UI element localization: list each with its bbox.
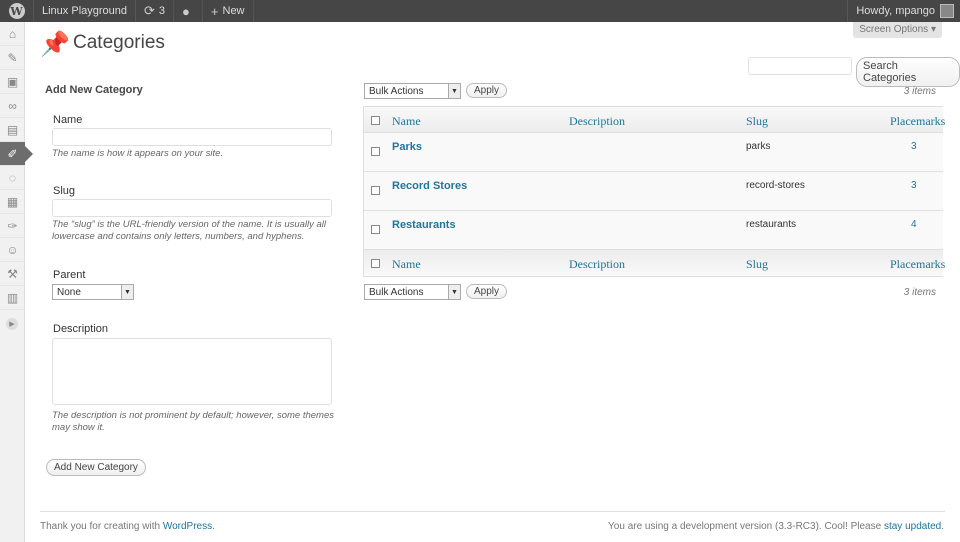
wordpress-link[interactable]: WordPress	[163, 521, 212, 532]
chevron-down-icon: ▼	[448, 84, 460, 98]
row-name-link[interactable]: Record Stores	[392, 180, 467, 192]
plus-icon: +	[210, 3, 219, 19]
select-all-checkbox[interactable]	[371, 259, 380, 268]
footer-right-end: .	[941, 521, 944, 532]
table-footer: Name Description Slug Placemarks	[364, 250, 945, 276]
footer-left-text: Thank you for creating with	[40, 521, 163, 532]
column-name[interactable]: Name	[392, 257, 421, 272]
column-placemarks[interactable]: Placemarks	[890, 114, 945, 129]
table-header: Name Description Slug Placemarks	[364, 107, 945, 133]
table-row: Parks parks 3	[364, 133, 943, 172]
row-name-link[interactable]: Parks	[392, 141, 422, 153]
chevron-down-icon: ▼	[121, 285, 133, 299]
bulk-actions-select-top[interactable]: Bulk Actions ▼	[364, 83, 461, 99]
parent-select-value: None	[57, 286, 81, 298]
links-icon[interactable]: ∞	[0, 94, 25, 118]
slug-field[interactable]	[52, 199, 332, 217]
description-textarea[interactable]	[52, 338, 332, 405]
parent-select[interactable]: None ▼	[52, 284, 134, 300]
row-slug: parks	[746, 141, 771, 152]
apply-button-top[interactable]: Apply	[466, 83, 508, 98]
site-name-link[interactable]: Linux Playground	[34, 0, 137, 22]
apply-button-bottom[interactable]: Apply	[466, 284, 508, 299]
row-count-link[interactable]: 3	[911, 180, 917, 191]
name-help: The name is how it appears on your site.	[52, 148, 224, 159]
slug-help: The “slug” is the URL-friendly version o…	[52, 219, 327, 242]
updates-link[interactable]: ⟳ 3	[136, 0, 175, 22]
description-label: Description	[53, 323, 109, 335]
admin-bar: W Linux Playground ⟳ 3 ● + New Howdy, mpan…	[0, 0, 960, 22]
row-count-link[interactable]: 4	[911, 219, 917, 230]
wordpress-logo-icon: W	[8, 3, 25, 19]
bulk-actions-label: Bulk Actions	[369, 85, 424, 97]
avatar	[940, 4, 954, 18]
footer-right-text: You are using a development version (3.3…	[608, 521, 884, 532]
column-slug[interactable]: Slug	[746, 257, 768, 272]
slug-label: Slug	[53, 185, 76, 197]
row-checkbox[interactable]	[371, 186, 380, 195]
column-placemarks[interactable]: Placemarks	[890, 257, 945, 272]
parent-label: Parent	[53, 269, 86, 281]
collapse-menu-icon[interactable]: ▶	[6, 318, 18, 330]
form-heading: Add New Category	[45, 84, 143, 96]
table-row: Restaurants restaurants 4	[364, 211, 943, 250]
admin-sidebar: ⌂ ✎ ▣ ∞ ▤ ✐ ◌ ▦ ✑ ☺ ⚒ ▥ ▶	[0, 22, 33, 542]
my-account-menu[interactable]: Howdy, mpango	[847, 0, 960, 22]
refresh-icon: ⟳	[144, 3, 155, 18]
row-checkbox[interactable]	[371, 225, 380, 234]
search-input[interactable]	[748, 57, 852, 75]
plugins-icon[interactable]: ✑	[0, 214, 25, 238]
column-name[interactable]: Name	[392, 114, 421, 129]
row-slug: record-stores	[746, 180, 805, 191]
add-category-form: Add New Category	[45, 84, 335, 96]
stay-updated-link[interactable]: stay updated	[884, 521, 941, 532]
bulk-actions-select-bottom[interactable]: Bulk Actions ▼	[364, 284, 461, 300]
wordpress-logo-menu[interactable]: W	[0, 0, 34, 22]
footer-thankyou: Thank you for creating with WordPress.	[40, 521, 215, 532]
comments-link[interactable]: ●	[174, 0, 203, 22]
comments-icon[interactable]: ◌	[0, 166, 25, 190]
chevron-down-icon: ▼	[448, 285, 460, 299]
add-new-category-button[interactable]: Add New Category	[46, 459, 146, 476]
row-checkbox[interactable]	[371, 147, 380, 156]
site-name-label: Linux Playground	[42, 5, 128, 17]
column-slug[interactable]: Slug	[746, 114, 768, 129]
items-count-top: 3 items	[903, 86, 936, 97]
screen-options-label: Screen Options	[859, 24, 929, 35]
select-all-checkbox[interactable]	[371, 116, 380, 125]
footer-left-end: .	[212, 521, 215, 532]
new-content-menu[interactable]: + New	[203, 0, 254, 22]
column-description[interactable]: Description	[569, 114, 625, 129]
placemarks-icon[interactable]: ✐	[0, 142, 33, 166]
column-description[interactable]: Description	[569, 257, 625, 272]
howdy-label: Howdy, mpango	[856, 5, 935, 17]
tools-icon[interactable]: ⚒	[0, 262, 25, 286]
appearance-icon[interactable]: ▦	[0, 190, 25, 214]
search-categories-button[interactable]: Search Categories	[856, 57, 960, 87]
row-slug: restaurants	[746, 219, 797, 230]
table-row: Record Stores record-stores 3	[364, 172, 943, 211]
screen-options-button[interactable]: Screen Options ▾	[853, 22, 942, 38]
users-icon[interactable]: ☺	[0, 238, 25, 262]
pushpin-icon: 📌	[40, 31, 70, 58]
description-help: The description is not prominent by defa…	[52, 410, 334, 433]
dashboard-icon[interactable]: ⌂	[0, 22, 25, 46]
name-field[interactable]	[52, 128, 332, 146]
name-label: Name	[53, 114, 83, 126]
footer-divider	[40, 511, 945, 512]
row-count-link[interactable]: 3	[911, 141, 917, 152]
bulk-actions-label: Bulk Actions	[369, 286, 424, 298]
items-count-bottom: 3 items	[903, 287, 936, 298]
categories-table: Name Description Slug Placemarks Parks p…	[363, 106, 945, 277]
pages-icon[interactable]: ▤	[0, 118, 25, 142]
comment-bubble-icon: ●	[182, 3, 190, 19]
page-title: Categories	[73, 32, 165, 53]
settings-icon[interactable]: ▥	[0, 286, 25, 310]
row-name-link[interactable]: Restaurants	[392, 219, 456, 231]
updates-count: 3	[158, 5, 166, 17]
footer-version: You are using a development version (3.3…	[608, 521, 944, 532]
posts-icon[interactable]: ✎	[0, 46, 25, 70]
media-icon[interactable]: ▣	[0, 70, 25, 94]
new-label: New	[222, 5, 245, 17]
